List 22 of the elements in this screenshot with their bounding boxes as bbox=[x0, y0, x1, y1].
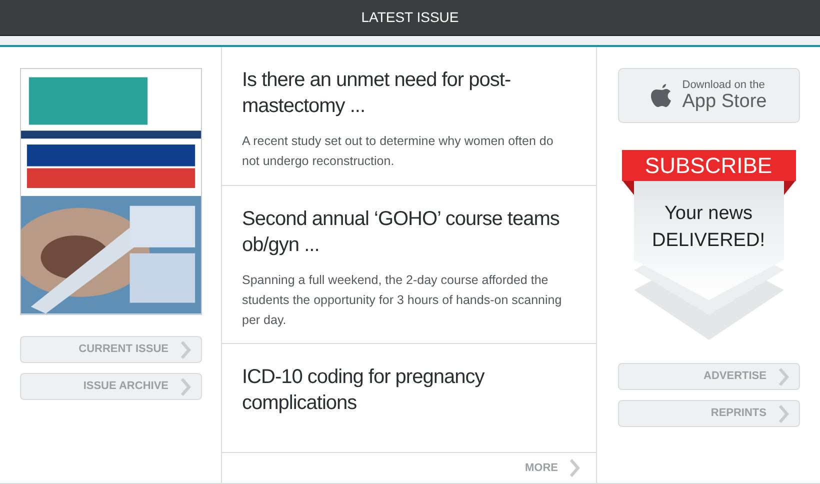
more-link[interactable]: MORE bbox=[525, 459, 580, 477]
chevron-icon bbox=[778, 368, 788, 386]
chevron-icon bbox=[570, 459, 580, 477]
article-title[interactable]: ICD-10 coding for pregnancy complications bbox=[242, 364, 576, 416]
header-title: LATEST ISSUE bbox=[361, 8, 459, 27]
app-store-label: App Store bbox=[682, 92, 767, 111]
chevron-icon bbox=[180, 378, 190, 396]
link-button[interactable]: ISSUE ARCHIVE bbox=[20, 373, 202, 400]
chevron-icon bbox=[180, 340, 190, 358]
chevron-icon bbox=[778, 404, 788, 422]
subscribe-text: Your news bbox=[663, 202, 754, 226]
link-button[interactable]: ADVERTISE bbox=[618, 363, 800, 390]
app-store-caption: Download on the bbox=[682, 80, 766, 91]
article-summary: Spanning a full weekend, the 2-day course afforded the students the opportunity for 3 hours of hands-on scanning per day. bbox=[242, 272, 563, 329]
article-title[interactable]: Second annual ‘GOHO’ course teams ob/gyn ... bbox=[242, 206, 576, 258]
link-button[interactable]: CURRENT ISSUE bbox=[20, 336, 202, 363]
app-store-button[interactable]: Download on the App Store bbox=[618, 68, 800, 123]
link-button[interactable]: REPRINTS bbox=[618, 400, 800, 427]
article-title[interactable]: Is there an unmet need for post-mastectomy ... bbox=[242, 67, 576, 119]
article-summary: A recent study set out to determine why women often do not undergo reconstruction. bbox=[242, 133, 554, 170]
subscribe-text: DELIVERED! bbox=[651, 229, 766, 253]
subscribe-ribbon-text: SUBSCRIBE bbox=[644, 152, 774, 180]
